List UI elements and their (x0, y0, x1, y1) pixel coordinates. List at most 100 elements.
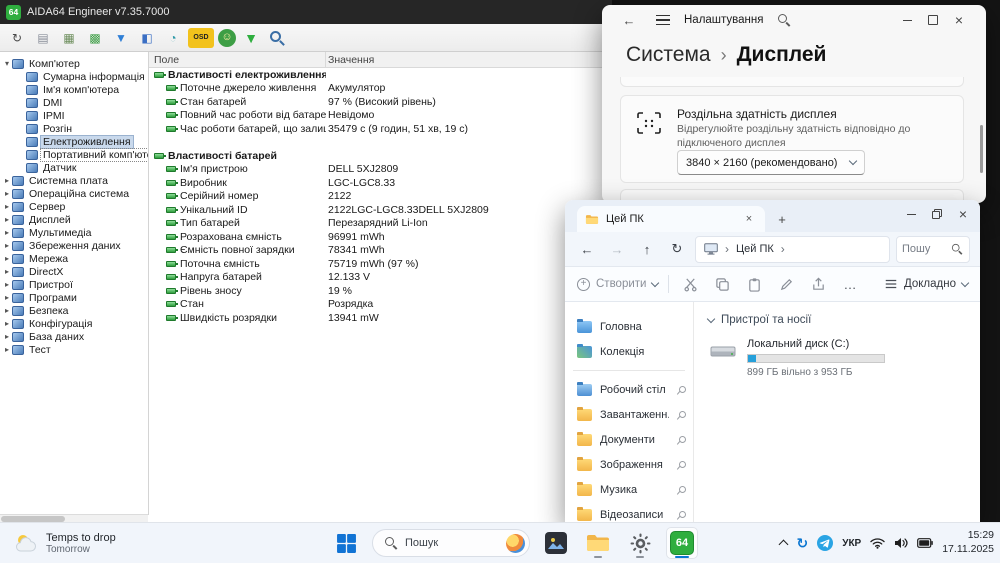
video-card-icon[interactable]: ▦ (58, 28, 80, 48)
chip-icon[interactable]: ▩ (84, 28, 106, 48)
tree-item[interactable]: Мультимедіа (0, 226, 148, 239)
tree-item[interactable]: База даних (0, 330, 148, 343)
sidebar-item-music[interactable]: Музика (565, 477, 693, 502)
maximize-button[interactable] (920, 10, 946, 30)
tree-item[interactable]: Портативний комп'ютер (0, 147, 148, 162)
rename-button[interactable] (775, 273, 797, 295)
nav-up-button[interactable] (635, 237, 659, 261)
volume-icon[interactable] (894, 537, 908, 549)
settings-search-icon[interactable] (777, 13, 791, 27)
expander-icon[interactable] (2, 268, 12, 276)
monitor-diag-icon[interactable]: ◧ (136, 28, 158, 48)
tree-item[interactable]: DirectX (0, 265, 148, 278)
expander-icon[interactable] (2, 320, 12, 328)
cut-button[interactable] (679, 273, 701, 295)
tree-item[interactable]: Сервер (0, 200, 148, 213)
sync-tray-icon[interactable]: ↻ (796, 536, 808, 550)
explorer-restore-button[interactable] (924, 204, 950, 224)
tree-item[interactable]: Програми (0, 291, 148, 304)
find-icon[interactable] (266, 28, 288, 48)
share-button[interactable] (807, 273, 829, 295)
tree-item[interactable]: Ім'я комп'ютера (0, 83, 148, 96)
table-row[interactable]: Ємність повної зарядки 78341 mWh (149, 244, 612, 258)
expander-icon[interactable] (2, 346, 12, 354)
expander-icon[interactable] (2, 333, 12, 341)
nav-back-button[interactable] (575, 237, 599, 261)
download-icon[interactable]: ▼ (240, 28, 262, 48)
table-row[interactable]: Час роботи батарей, що залиши... 35479 с… (149, 122, 612, 136)
tree-item[interactable]: Розгін (0, 122, 148, 135)
start-button[interactable] (330, 527, 362, 559)
osd-badge[interactable]: OSD (188, 27, 214, 48)
search-highlights-icon[interactable] (506, 533, 525, 553)
paste-button[interactable] (743, 273, 765, 295)
group-devices-and-drives[interactable]: Пристрої та носії (706, 314, 980, 326)
expander-icon[interactable] (2, 307, 12, 315)
app-photos-button[interactable] (540, 527, 572, 559)
table-row[interactable]: Поточна ємність 75719 mWh (97 %) (149, 257, 612, 271)
explorer-close-button[interactable] (950, 204, 976, 224)
sidebar-item-home[interactable]: Головна (565, 314, 693, 339)
table-row[interactable]: Рівень зносу 19 % (149, 284, 612, 298)
taskbar-search[interactable]: Пошук (372, 529, 530, 557)
table-row[interactable]: Властивості батарей (149, 149, 612, 163)
explorer-search-input[interactable]: Пошу (896, 235, 970, 263)
tree-item[interactable]: Тест (0, 343, 148, 356)
tree-item[interactable]: Збереження даних (0, 239, 148, 252)
drive-c-item[interactable]: Локальний диск (C:) 899 ГБ вільно з 953 … (708, 338, 908, 378)
report-icon[interactable]: ▤ (32, 28, 54, 48)
tree-item[interactable]: DMI (0, 96, 148, 109)
tree-item[interactable]: Безпека (0, 304, 148, 317)
table-row[interactable]: Швидкість розрядки 13941 mW (149, 311, 612, 325)
language-indicator[interactable]: УКР (842, 538, 861, 549)
expander-icon[interactable] (2, 190, 12, 198)
tab-close-button[interactable] (741, 211, 757, 227)
expander-icon[interactable] (2, 255, 12, 263)
table-row[interactable]: Властивості електроживлення (149, 68, 612, 82)
table-row[interactable]: Тип батарей Перезарядний Li-Ion (149, 217, 612, 231)
expander-icon[interactable] (2, 203, 12, 211)
battery-icon[interactable] (917, 538, 934, 548)
table-row[interactable] (149, 136, 612, 150)
tree-item[interactable]: Операційна система (0, 187, 148, 200)
expander-icon[interactable] (2, 216, 12, 224)
table-row[interactable]: Напруга батарей 12.133 V (149, 271, 612, 285)
search-icon[interactable] (951, 243, 963, 255)
explorer-minimize-button[interactable] (898, 204, 924, 224)
expander-icon[interactable] (2, 294, 12, 302)
sidebar-item-gallery[interactable]: Колекція (565, 339, 693, 364)
expander-icon[interactable] (2, 229, 12, 237)
tree-item[interactable]: Мережа (0, 252, 148, 265)
app-explorer-button[interactable] (582, 527, 614, 559)
address-bar[interactable]: Цей ПК (695, 235, 890, 263)
app-aida64-button[interactable]: 64 (666, 527, 698, 559)
settings-titlebar[interactable]: Налаштування (602, 5, 986, 35)
expander-icon[interactable] (2, 177, 12, 185)
new-tab-button[interactable] (771, 208, 793, 230)
copy-button[interactable] (711, 273, 733, 295)
nav-refresh-button[interactable] (665, 237, 689, 261)
breadcrumb-system[interactable]: Система (626, 43, 711, 67)
table-row[interactable]: Стан батарей 97 % (Високий рівень) (149, 95, 612, 109)
table-row[interactable]: Виробник LGC-LGC8.33 (149, 176, 612, 190)
table-row[interactable]: Серійний номер 2122 (149, 190, 612, 204)
more-button[interactable]: … (839, 273, 861, 295)
table-row[interactable]: Розрахована ємність 96991 mWh (149, 230, 612, 244)
sidebar-item-downloads[interactable]: Завантаженн... (565, 402, 693, 427)
benchmark-icon[interactable]: ◔ (162, 28, 184, 48)
close-button[interactable] (946, 10, 972, 30)
table-row[interactable]: Поточне джерело живлення Акумулятор (149, 82, 612, 96)
table-row[interactable]: Стан Розрядка (149, 298, 612, 312)
breadcrumb-chevron-icon[interactable] (781, 242, 785, 256)
tree-item[interactable]: Конфігурація (0, 317, 148, 330)
tree-item[interactable]: IPMI (0, 109, 148, 122)
aida64-titlebar[interactable]: 64 AIDA64 Engineer v7.35.7000 (0, 0, 612, 24)
refresh-icon[interactable]: ↻ (6, 28, 28, 48)
sidebar-item-desktop[interactable]: Робочий стіл (565, 377, 693, 402)
column-header-field[interactable]: Поле (149, 52, 326, 67)
hidden-icons-button[interactable] (779, 538, 789, 550)
new-button[interactable]: Створити (577, 277, 660, 291)
wifi-icon[interactable] (870, 537, 885, 549)
tree-item[interactable]: Сумарна інформація (0, 70, 148, 83)
nav-menu-icon[interactable] (656, 14, 670, 26)
